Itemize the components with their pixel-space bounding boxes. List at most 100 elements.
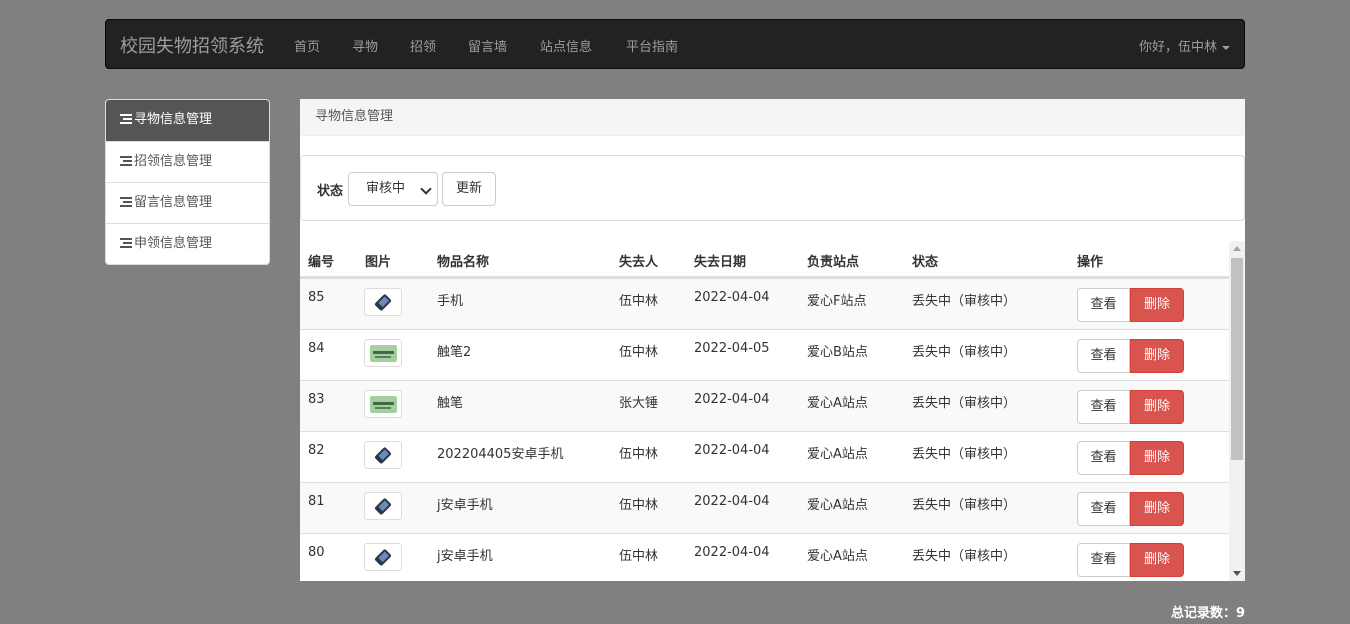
view-button[interactable]: 查看 — [1077, 390, 1130, 424]
phone-icon[interactable] — [364, 543, 402, 571]
sidebar-item-label: 寻物信息管理 — [134, 112, 213, 127]
top-navbar: 校园失物招领系统 首页 寻物 招领 留言墙 站点信息 平台指南 你好，伍中林 — [105, 19, 1245, 69]
stylus-icon-glyph — [370, 345, 397, 362]
scroll-up-arrow-icon[interactable] — [1233, 246, 1241, 251]
col-header-status: 状态 — [912, 255, 939, 270]
status-select-value: 审核中 — [366, 181, 406, 196]
list-icon — [120, 156, 132, 166]
item-owner: 伍中林 — [619, 498, 659, 513]
view-button[interactable]: 查看 — [1077, 339, 1130, 373]
nav-site-info[interactable]: 站点信息 — [540, 36, 592, 55]
item-site: 爱心A站点 — [807, 447, 868, 462]
update-button[interactable]: 更新 — [442, 172, 496, 206]
panel-heading: 寻物信息管理 — [300, 99, 1245, 136]
user-greeting: 你好，伍中林 — [1138, 40, 1217, 55]
table-row: 81 j安卓手机 伍中林 2022-04-04 爱心A站点 丢失中（审核中） 查看 删除 — [300, 482, 1229, 533]
col-header-image: 图片 — [365, 255, 392, 270]
item-status: 丢失中（审核中） — [912, 447, 1017, 462]
phone-icon-glyph — [374, 548, 392, 567]
item-date: 2022-04-04 — [694, 494, 770, 509]
scroll-down-arrow-icon[interactable] — [1233, 571, 1241, 576]
item-owner: 伍中林 — [619, 549, 659, 564]
stylus-icon[interactable] — [364, 390, 402, 418]
sidebar-item-label: 留言信息管理 — [134, 195, 213, 210]
item-owner: 张大锤 — [619, 396, 659, 411]
item-name: j安卓手机 — [437, 498, 493, 513]
item-site: 爱心F站点 — [807, 294, 867, 309]
chevron-down-icon — [420, 183, 432, 195]
item-status: 丢失中（审核中） — [912, 498, 1017, 513]
table-row: 84 触笔2 伍中林 2022-04-05 爱心B站点 丢失中（审核中） 查看 删除 — [300, 329, 1229, 380]
item-site: 爱心A站点 — [807, 396, 868, 411]
view-button[interactable]: 查看 — [1077, 543, 1130, 577]
list-icon — [120, 114, 132, 124]
item-site: 爱心A站点 — [807, 498, 868, 513]
item-id: 80 — [308, 545, 325, 560]
table-body: 85 手机 伍中林 2022-04-04 爱心F站点 丢失中（审核中） 查看 删除 84 触笔2 伍… — [300, 278, 1229, 581]
item-name: 触笔2 — [437, 345, 472, 360]
table-row: 82 202204405安卓手机 伍中林 2022-04-04 爱心A站点 丢失中（审核中… — [300, 431, 1229, 482]
col-header-name: 物品名称 — [437, 255, 490, 270]
scrollbar-thumb[interactable] — [1231, 258, 1243, 460]
table-row: 80 j安卓手机 伍中林 2022-04-04 爱心A站点 丢失中（审核中） 查看 删除 — [300, 533, 1229, 581]
phone-icon[interactable] — [364, 492, 402, 520]
item-status: 丢失中（审核中） — [912, 549, 1017, 564]
caret-down-icon — [1222, 45, 1230, 50]
phone-icon[interactable] — [364, 288, 402, 316]
item-id: 84 — [308, 341, 325, 356]
item-status: 丢失中（审核中） — [912, 396, 1017, 411]
item-name: 202204405安卓手机 — [437, 447, 564, 462]
status-select[interactable]: 审核中 — [348, 172, 438, 206]
list-icon — [120, 238, 132, 248]
item-id: 82 — [308, 443, 325, 458]
view-button[interactable]: 查看 — [1077, 441, 1130, 475]
col-header-actions: 操作 — [1077, 255, 1104, 270]
delete-button[interactable]: 删除 — [1130, 288, 1184, 322]
user-menu[interactable]: 你好，伍中林 — [1139, 36, 1230, 55]
nav-home[interactable]: 首页 — [294, 36, 320, 55]
item-date: 2022-04-04 — [694, 443, 770, 458]
nav-found[interactable]: 招领 — [410, 36, 436, 55]
stylus-icon[interactable] — [364, 339, 402, 367]
phone-icon-glyph — [374, 293, 392, 312]
phone-icon[interactable] — [364, 441, 402, 469]
brand-title[interactable]: 校园失物招领系统 — [120, 32, 264, 58]
item-name: 手机 — [437, 294, 464, 309]
item-id: 85 — [308, 290, 325, 305]
nav-message-wall[interactable]: 留言墙 — [468, 36, 507, 55]
table-row: 85 手机 伍中林 2022-04-04 爱心F站点 丢失中（审核中） 查看 删除 — [300, 278, 1229, 329]
col-header-owner: 失去人 — [619, 255, 659, 270]
delete-button[interactable]: 删除 — [1130, 492, 1184, 526]
item-status: 丢失中（审核中） — [912, 294, 1017, 309]
item-date: 2022-04-04 — [694, 545, 770, 560]
delete-button[interactable]: 删除 — [1130, 441, 1184, 475]
sidebar-item-lost-management[interactable]: 寻物信息管理 — [106, 100, 269, 141]
table-header: 编号 图片 物品名称 失去人 失去日期 负责站点 状态 操作 — [300, 241, 1229, 278]
sidebar-item-found-management[interactable]: 招领信息管理 — [106, 141, 269, 182]
nav-lost[interactable]: 寻物 — [352, 36, 378, 55]
item-owner: 伍中林 — [619, 345, 659, 360]
sidebar-item-message-management[interactable]: 留言信息管理 — [106, 182, 269, 223]
nav-guide[interactable]: 平台指南 — [626, 36, 678, 55]
item-date: 2022-04-04 — [694, 392, 770, 407]
stylus-icon-glyph — [370, 396, 397, 413]
delete-button[interactable]: 删除 — [1130, 390, 1184, 424]
delete-button[interactable]: 删除 — [1130, 339, 1184, 373]
item-name: j安卓手机 — [437, 549, 493, 564]
col-header-date: 失去日期 — [694, 255, 747, 270]
item-id: 83 — [308, 392, 325, 407]
table-scrollbar[interactable] — [1229, 241, 1245, 581]
view-button[interactable]: 查看 — [1077, 492, 1130, 526]
view-button[interactable]: 查看 — [1077, 288, 1130, 322]
item-name: 触笔 — [437, 396, 464, 411]
col-header-site: 负责站点 — [807, 255, 860, 270]
main-panel: 寻物信息管理 状态 审核中 更新 编号 图片 物品名称 失去人 失去日期 负责站… — [300, 99, 1245, 581]
sidebar-item-claim-management[interactable]: 申领信息管理 — [106, 223, 269, 264]
sidebar: 寻物信息管理 招领信息管理 留言信息管理 申领信息管理 — [105, 99, 270, 265]
item-id: 81 — [308, 494, 325, 509]
item-site: 爱心A站点 — [807, 549, 868, 564]
filter-form: 状态 审核中 更新 — [300, 155, 1245, 221]
phone-icon-glyph — [374, 497, 392, 516]
delete-button[interactable]: 删除 — [1130, 543, 1184, 577]
item-status: 丢失中（审核中） — [912, 345, 1017, 360]
